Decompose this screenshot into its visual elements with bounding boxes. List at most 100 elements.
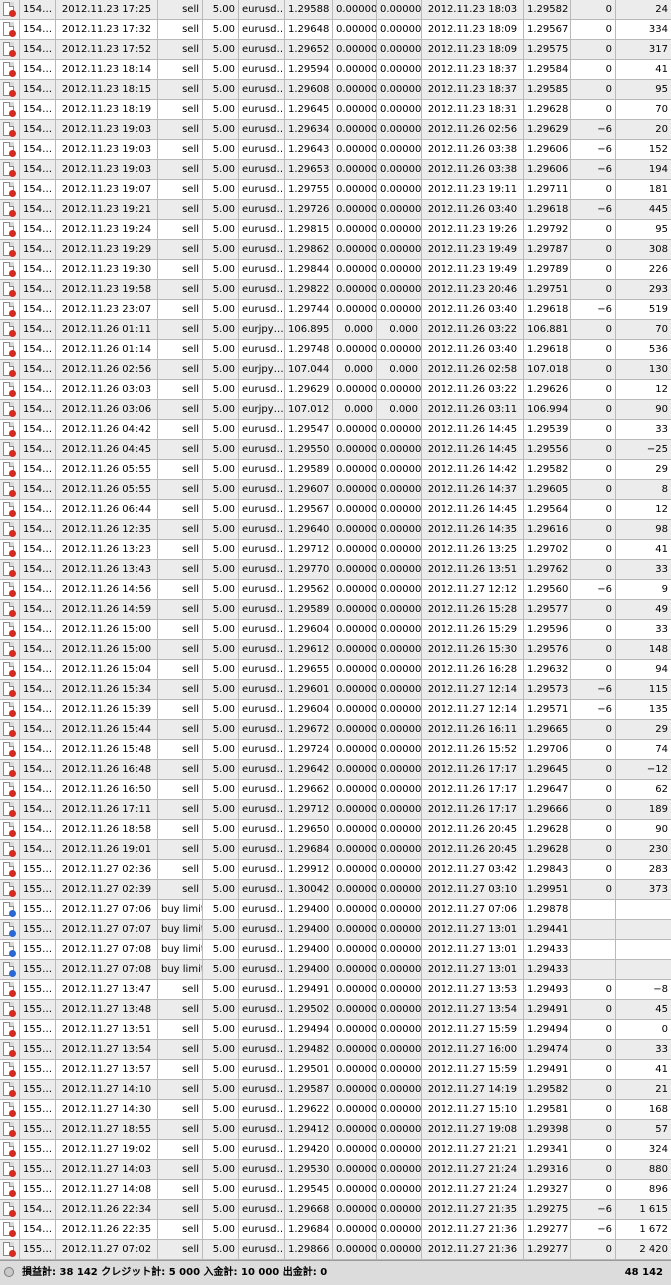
table-row[interactable]: 155… 2012.11.27 13:48 sell 5.00 eurusd… 1.295… — [0, 1000, 671, 1020]
table-row[interactable]: 154… 2012.11.23 17:32 sell 5.00 eurusd… 1.296… — [0, 20, 671, 40]
table-row[interactable]: 155… 2012.11.27 14:08 sell 5.00 eurusd… 1.295… — [0, 1180, 671, 1200]
table-row[interactable]: 154… 2012.11.23 18:14 sell 5.00 eurusd… 1.295… — [0, 60, 671, 80]
table-row[interactable]: 154… 2012.11.23 18:15 sell 5.00 eurusd… 1.296… — [0, 80, 671, 100]
take-profit-cell: 0.00000 — [377, 220, 422, 239]
close-time-cell: 2012.11.23 19:49 — [422, 240, 524, 259]
take-profit-cell: 0.00000 — [377, 100, 422, 119]
table-row[interactable]: 154… 2012.11.26 16:50 sell 5.00 eurusd… 1.296… — [0, 780, 671, 800]
table-row[interactable]: 155… 2012.11.27 02:36 sell 5.00 eurusd… 1.299… — [0, 860, 671, 880]
close-price-cell: 1.29618 — [524, 200, 571, 219]
table-row[interactable]: 154… 2012.11.26 01:14 sell 5.00 eurusd… 1.297… — [0, 340, 671, 360]
table-row[interactable]: 155… 2012.11.27 13:57 sell 5.00 eurusd… 1.295… — [0, 1060, 671, 1080]
profit-cell: 70 — [655, 324, 668, 335]
ticket-cell: 154… — [20, 540, 56, 559]
table-row[interactable]: 154… 2012.11.26 22:35 sell 5.00 eurusd… 1.296… — [0, 1220, 671, 1240]
table-row[interactable]: 154… 2012.11.23 19:29 sell 5.00 eurusd… 1.298… — [0, 240, 671, 260]
take-profit-cell: 0.00000 — [377, 60, 422, 79]
table-row[interactable]: 154… 2012.11.26 17:11 sell 5.00 eurusd… 1.297… — [0, 800, 671, 820]
table-row[interactable]: 154… 2012.11.26 15:48 sell 5.00 eurusd… 1.297… — [0, 740, 671, 760]
order-type-dot-icon — [9, 530, 16, 537]
swap-cell: 0 — [571, 620, 616, 639]
table-row[interactable]: 154… 2012.11.26 22:34 sell 5.00 eurusd… 1.296… — [0, 1200, 671, 1220]
table-row[interactable]: 154… 2012.11.26 12:35 sell 5.00 eurusd… 1.296… — [0, 520, 671, 540]
table-row[interactable]: 154… 2012.11.26 15:44 sell 5.00 eurusd… 1.296… — [0, 720, 671, 740]
open-time-cell: 2012.11.26 22:35 — [56, 1220, 158, 1239]
symbol-cell: eurusd… — [239, 1160, 285, 1179]
table-row[interactable]: 154… 2012.11.23 19:03 sell 5.00 eurusd… 1.296… — [0, 140, 671, 160]
table-row[interactable]: 154… 2012.11.23 18:19 sell 5.00 eurusd… 1.296… — [0, 100, 671, 120]
table-row[interactable]: 155… 2012.11.27 14:03 sell 5.00 eurusd… 1.295… — [0, 1160, 671, 1180]
table-row[interactable]: 154… 2012.11.26 15:39 sell 5.00 eurusd… 1.296… — [0, 700, 671, 720]
table-row[interactable]: 154… 2012.11.26 16:48 sell 5.00 eurusd… 1.296… — [0, 760, 671, 780]
table-row[interactable]: 154… 2012.11.23 19:30 sell 5.00 eurusd… 1.298… — [0, 260, 671, 280]
table-row[interactable]: 155… 2012.11.27 07:07 buy limit 5.00 eurusd…… — [0, 920, 671, 940]
stop-loss-cell: 0.00000 — [333, 860, 377, 879]
symbol-cell: eurjpy… — [239, 320, 285, 339]
table-row[interactable]: 154… 2012.11.26 06:44 sell 5.00 eurusd… 1.295… — [0, 500, 671, 520]
size-cell: 5.00 — [203, 200, 239, 219]
table-row[interactable]: 154… 2012.11.26 15:00 sell 5.00 eurusd… 1.296… — [0, 640, 671, 660]
table-row[interactable]: 154… 2012.11.23 17:52 sell 5.00 eurusd… 1.296… — [0, 40, 671, 60]
swap-cell: 0 — [571, 760, 616, 779]
table-row[interactable]: 154… 2012.11.23 19:07 sell 5.00 eurusd… 1.297… — [0, 180, 671, 200]
table-row[interactable]: 154… 2012.11.23 17:25 sell 5.00 eurusd… 1.295… — [0, 0, 671, 20]
table-row[interactable]: 154… 2012.11.26 03:03 sell 5.00 eurusd… 1.296… — [0, 380, 671, 400]
table-row[interactable]: 154… 2012.11.26 04:42 sell 5.00 eurusd… 1.295… — [0, 420, 671, 440]
table-row[interactable]: 155… 2012.11.27 13:47 sell 5.00 eurusd… 1.294… — [0, 980, 671, 1000]
table-row[interactable]: 154… 2012.11.23 19:24 sell 5.00 eurusd… 1.298… — [0, 220, 671, 240]
table-row[interactable]: 154… 2012.11.23 19:03 sell 5.00 eurusd… 1.296… — [0, 160, 671, 180]
table-row[interactable]: 154… 2012.11.23 23:07 sell 5.00 eurusd… 1.297… — [0, 300, 671, 320]
order-type-dot-icon — [9, 1170, 16, 1177]
order-type-dot-icon — [9, 930, 16, 937]
sell-order-icon — [0, 700, 20, 719]
symbol-cell: eurusd… — [239, 1060, 285, 1079]
table-row[interactable]: 155… 2012.11.27 13:51 sell 5.00 eurusd… 1.294… — [0, 1020, 671, 1040]
table-row[interactable]: 154… 2012.11.26 13:23 sell 5.00 eurusd… 1.297… — [0, 540, 671, 560]
table-row[interactable]: 154… 2012.11.26 15:34 sell 5.00 eurusd… 1.296… — [0, 680, 671, 700]
table-row[interactable]: 154… 2012.11.26 19:01 sell 5.00 eurusd… 1.296… — [0, 840, 671, 860]
table-row[interactable]: 154… 2012.11.26 15:00 sell 5.00 eurusd… 1.296… — [0, 620, 671, 640]
table-row[interactable]: 154… 2012.11.26 05:55 sell 5.00 eurusd… 1.295… — [0, 460, 671, 480]
table-row[interactable]: 155… 2012.11.27 19:02 sell 5.00 eurusd… 1.294… — [0, 1140, 671, 1160]
profit-cell: −12 — [646, 764, 668, 775]
table-row[interactable]: 155… 2012.11.27 07:06 buy limit 5.00 eurusd…… — [0, 900, 671, 920]
order-type-dot-icon — [9, 970, 16, 977]
type-cell: sell — [158, 740, 203, 759]
close-time-cell: 2012.11.27 13:01 — [422, 960, 524, 979]
table-row[interactable]: 155… 2012.11.27 07:02 sell 5.00 eurusd… 1.298… — [0, 1240, 671, 1260]
table-row[interactable]: 155… 2012.11.27 18:55 sell 5.00 eurusd… 1.294… — [0, 1120, 671, 1140]
table-row[interactable]: 154… 2012.11.26 03:06 sell 5.00 eurjpy… 107.0… — [0, 400, 671, 420]
table-row[interactable]: 154… 2012.11.23 19:03 sell 5.00 eurusd… 1.296… — [0, 120, 671, 140]
table-row[interactable]: 155… 2012.11.27 02:39 sell 5.00 eurusd… 1.300… — [0, 880, 671, 900]
ticket-cell: 154… — [20, 420, 56, 439]
open-time-cell: 2012.11.23 17:25 — [56, 0, 158, 19]
table-row[interactable]: 154… 2012.11.26 02:56 sell 5.00 eurjpy… 107.0… — [0, 360, 671, 380]
ticket-cell: 154… — [20, 160, 56, 179]
size-cell: 5.00 — [203, 360, 239, 379]
table-row[interactable]: 154… 2012.11.23 19:21 sell 5.00 eurusd… 1.297… — [0, 200, 671, 220]
table-row[interactable]: 155… 2012.11.27 14:10 sell 5.00 eurusd… 1.295… — [0, 1080, 671, 1100]
table-row[interactable]: 154… 2012.11.26 04:45 sell 5.00 eurusd… 1.295… — [0, 440, 671, 460]
table-row[interactable]: 154… 2012.11.26 05:55 sell 5.00 eurusd… 1.296… — [0, 480, 671, 500]
close-time-cell: 2012.11.23 19:26 — [422, 220, 524, 239]
table-row[interactable]: 154… 2012.11.26 15:04 sell 5.00 eurusd… 1.296… — [0, 660, 671, 680]
order-type-dot-icon — [9, 710, 16, 717]
close-time-cell: 2012.11.27 21:36 — [422, 1240, 524, 1259]
ticket-cell: 154… — [20, 400, 56, 419]
table-row[interactable]: 155… 2012.11.27 07:08 buy limit 5.00 eurusd…… — [0, 940, 671, 960]
table-row[interactable]: 154… 2012.11.26 01:11 sell 5.00 eurjpy… 106.8… — [0, 320, 671, 340]
close-price-cell: 1.29647 — [524, 780, 571, 799]
close-time-cell: 2012.11.23 18:03 — [422, 0, 524, 19]
table-row[interactable]: 155… 2012.11.27 14:30 sell 5.00 eurusd… 1.296… — [0, 1100, 671, 1120]
symbol-cell: eurusd… — [239, 960, 285, 979]
table-row[interactable]: 154… 2012.11.26 14:56 sell 5.00 eurusd… 1.295… — [0, 580, 671, 600]
table-row[interactable]: 155… 2012.11.27 07:08 buy limit 5.00 eurusd…… — [0, 960, 671, 980]
sell-order-icon — [0, 580, 20, 599]
table-row[interactable]: 154… 2012.11.26 18:58 sell 5.00 eurusd… 1.296… — [0, 820, 671, 840]
table-row[interactable]: 154… 2012.11.23 19:58 sell 5.00 eurusd… 1.298… — [0, 280, 671, 300]
table-row[interactable]: 154… 2012.11.26 13:43 sell 5.00 eurusd… 1.297… — [0, 560, 671, 580]
table-row[interactable]: 155… 2012.11.27 13:54 sell 5.00 eurusd… 1.294… — [0, 1040, 671, 1060]
take-profit-cell: 0.00000 — [377, 440, 422, 459]
table-row[interactable]: 154… 2012.11.26 14:59 sell 5.00 eurusd… 1.295… — [0, 600, 671, 620]
type-cell: sell — [158, 180, 203, 199]
